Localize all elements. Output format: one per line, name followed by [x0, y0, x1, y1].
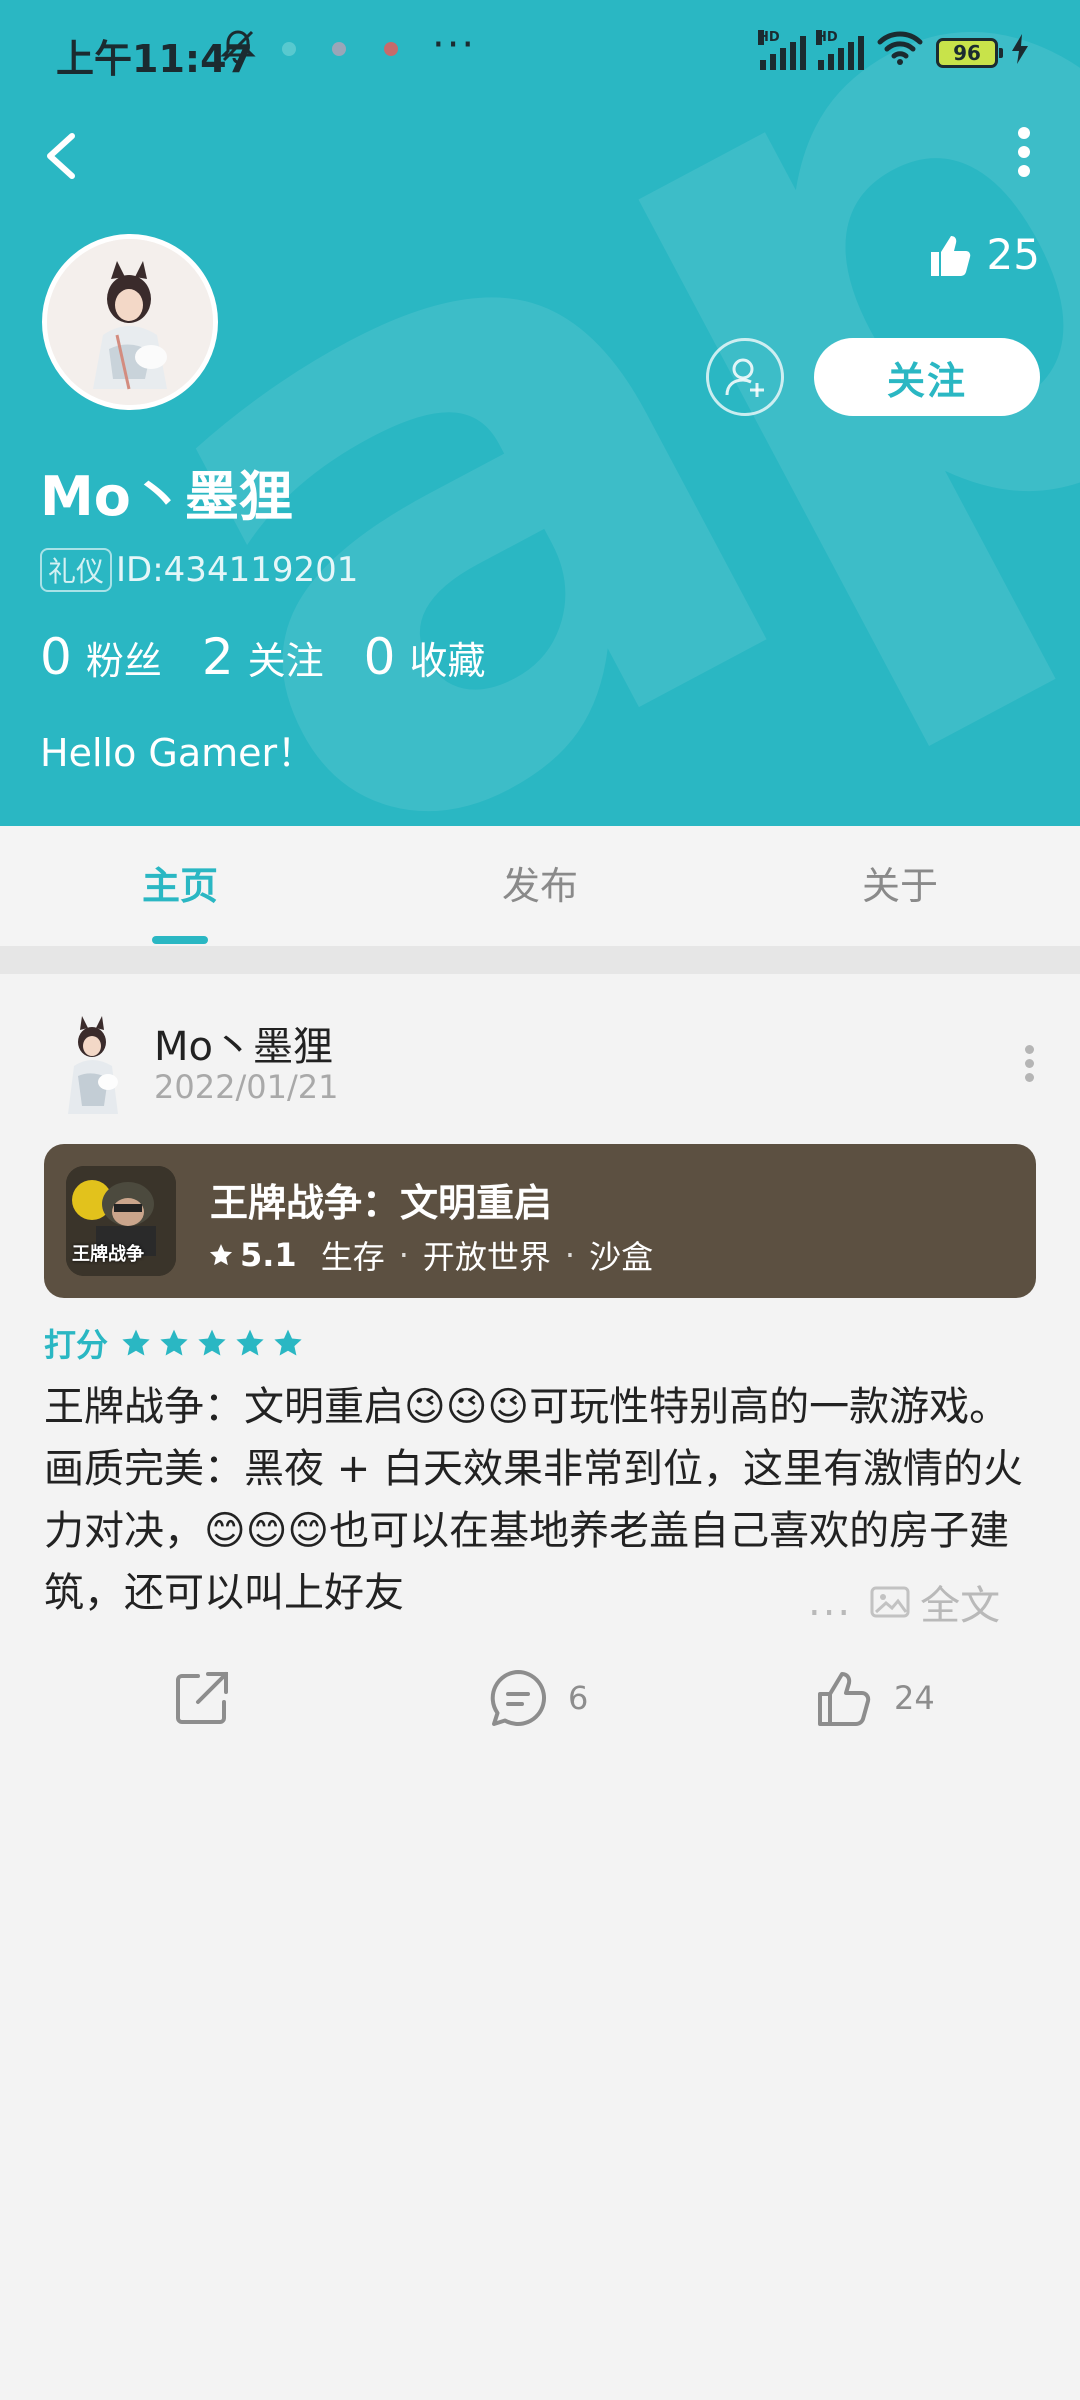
rating-row: 打分 [44, 1320, 310, 1366]
image-icon [870, 1586, 910, 1618]
game-tag: 沙盒 [589, 1238, 654, 1276]
signal-icon: HD [758, 29, 806, 70]
battery-icon: 96 [936, 37, 1003, 68]
notification-app-icon [332, 42, 346, 56]
add-user-icon [725, 358, 764, 397]
thumbs-up-icon [818, 1672, 871, 1726]
tab-about[interactable]: 关于 [720, 826, 1080, 946]
follow-button[interactable]: 关注 [814, 338, 1040, 416]
profile-likes: 25 [927, 230, 1040, 279]
user-id-row: 礼仪 ID:434119201 [40, 548, 358, 592]
user-id: ID:434119201 [116, 550, 359, 590]
rating-label: 打分 [44, 1326, 109, 1364]
stat-label: 粉丝 [85, 639, 162, 683]
game-tag: 开放世界 [422, 1238, 551, 1276]
stat-value: 2 [201, 628, 234, 686]
notification-app-icon [384, 42, 398, 56]
like-button[interactable]: 24 [814, 1668, 935, 1728]
share-icon [176, 1672, 228, 1724]
comment-count: 6 [568, 1679, 589, 1717]
status-bar: 上午11:47 ··· HD HD 96 [0, 0, 1080, 104]
thumbs-up-icon [930, 235, 970, 276]
more-options-button[interactable] [994, 120, 1054, 190]
comment-button[interactable]: 6 [488, 1668, 588, 1728]
etiquette-badge[interactable]: 礼仪 [40, 548, 113, 592]
share-button[interactable] [172, 1668, 232, 1728]
user-bio: Hello Gamer！ [40, 731, 316, 775]
star-icon [274, 1329, 302, 1356]
star-icon [209, 1244, 233, 1266]
full-text-label: 全文 [920, 1583, 1001, 1629]
stat-following[interactable]: 2 关注 [202, 628, 324, 686]
post-author-avatar[interactable] [48, 1010, 138, 1120]
more-notifications-icon: ··· [432, 22, 477, 68]
post-author-name[interactable]: Mo丶墨狸 [154, 1014, 333, 1072]
star-icon [160, 1329, 188, 1356]
stat-fans[interactable]: 0 粉丝 [40, 628, 162, 686]
profile-stats: 0 粉丝 2 关注 0 收藏 [40, 628, 525, 686]
post-actions: 6 24 [0, 1668, 1080, 1738]
back-button[interactable] [36, 118, 116, 198]
add-friend-button[interactable] [706, 338, 784, 416]
game-meta: 5.1 生存 · 开放世界 · 沙盒 [208, 1232, 653, 1278]
post-more-button[interactable] [1014, 1040, 1044, 1082]
star-icon [198, 1329, 226, 1356]
game-card[interactable]: 王牌战争 王牌战争：文明重启 5.1 生存 · 开放世界 · 沙盒 [44, 1144, 1036, 1298]
game-icon: 王牌战争 [66, 1166, 176, 1276]
stat-label: 收藏 [409, 639, 486, 683]
tab-label: 主页 [141, 864, 218, 908]
charging-icon [1010, 34, 1030, 71]
chevron-left-icon [47, 133, 75, 179]
wifi-icon [876, 30, 924, 75]
stat-favorites[interactable]: 0 收藏 [364, 628, 486, 686]
game-score: 5.1 [240, 1236, 297, 1274]
avatar[interactable] [42, 234, 218, 410]
rating-stars [120, 1327, 310, 1359]
username: Mo丶墨狸 [40, 465, 293, 528]
game-tag: 生存 [320, 1238, 385, 1276]
battery-level: 96 [953, 40, 981, 65]
read-full-text-button[interactable]: ... 全文 [808, 1572, 1038, 1632]
post-date: 2022/01/21 [154, 1068, 339, 1106]
signal-icon: HD [816, 29, 864, 70]
profile-header: ap 上午11:47 ··· HD HD 96 25 关注 Mo丶墨狸 礼仪 I… [0, 0, 1080, 826]
like-count: 24 [894, 1679, 935, 1717]
stat-value: 0 [40, 628, 72, 686]
tab-label: 关于 [861, 864, 938, 908]
stat-value: 0 [363, 628, 396, 686]
profile-tabs: 主页 发布 关于 [0, 826, 1080, 946]
stat-label: 关注 [247, 639, 324, 683]
game-title: 王牌战争：文明重启 [210, 1181, 553, 1225]
star-icon [122, 1329, 150, 1356]
section-divider [0, 946, 1080, 974]
ellipsis: ... [808, 1579, 853, 1625]
bell-muted-icon [218, 26, 258, 75]
notification-app-icon [282, 42, 296, 56]
comment-icon [490, 1670, 547, 1726]
star-icon [236, 1329, 264, 1356]
tab-active-indicator [152, 936, 208, 944]
likes-count: 25 [986, 230, 1040, 279]
tab-label: 发布 [501, 864, 578, 908]
game-icon-text: 王牌战争 [72, 1244, 144, 1265]
tab-home[interactable]: 主页 [0, 826, 360, 946]
tab-posts[interactable]: 发布 [360, 826, 720, 946]
